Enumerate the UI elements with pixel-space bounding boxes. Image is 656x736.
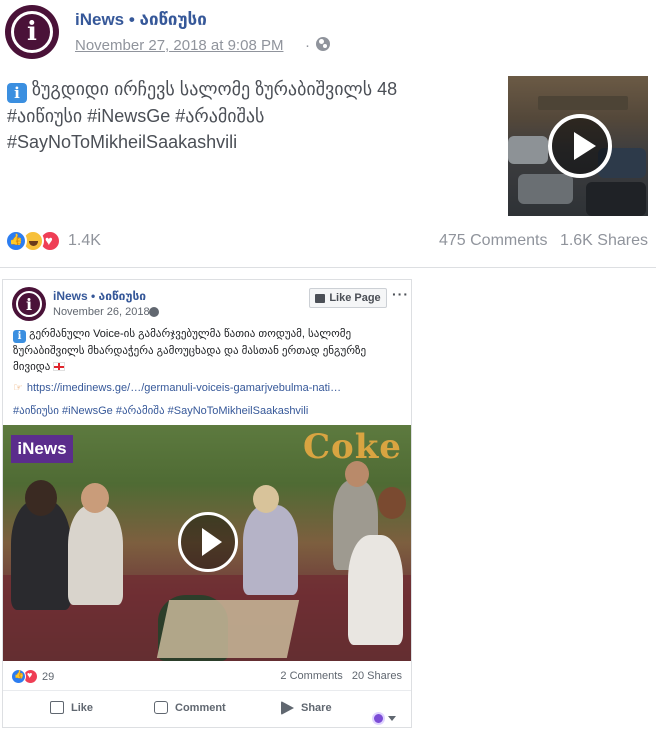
pointing-hand-icon: ☞ <box>13 382 23 394</box>
video-logo: iNews <box>11 435 73 463</box>
like-label: Like <box>71 701 94 714</box>
globe-icon <box>316 37 330 51</box>
embed-timestamp[interactable]: November 26, 2018 <box>53 306 150 318</box>
info-icon: i <box>13 330 26 343</box>
post-divider <box>0 267 656 268</box>
embed-line-1: i გერმანული Voice-ის გამარჯვებულმა წათია… <box>13 326 405 343</box>
post-body: i ზუგდიდი ირჩევს სალომე ზურაბიშვილს 48 #… <box>7 76 497 155</box>
embed-page-name-link[interactable]: iNews • აიწიუსი <box>53 289 146 303</box>
comments-count-link[interactable]: 475 Comments <box>439 232 548 249</box>
page-avatar[interactable]: i <box>5 5 59 59</box>
embed-link[interactable]: ☞ https://imedinews.ge/…/germanuli-voicei… <box>13 381 341 394</box>
play-icon[interactable] <box>178 512 238 572</box>
like-page-label: Like Page <box>329 292 381 304</box>
info-icon: i <box>7 83 27 103</box>
georgia-flag-icon <box>53 362 66 371</box>
profile-avatar-icon <box>372 712 385 725</box>
like-icon <box>50 701 64 714</box>
embed-shares-count[interactable]: 20 Shares <box>352 670 402 682</box>
more-options-icon[interactable]: ··· <box>392 286 409 302</box>
post-timestamp[interactable]: November 27, 2018 at 9:08 PM <box>75 37 283 54</box>
embed-stats: 29 2 Comments 20 Shares <box>3 661 411 691</box>
embedded-post: i iNews • აიწიუსი November 26, 2018 Like… <box>2 279 412 728</box>
like-page-button[interactable]: Like Page <box>309 288 387 308</box>
info-logo-icon: i <box>16 291 42 317</box>
like-button[interactable]: Like <box>50 701 93 714</box>
post-text-main: ზუგდიდი ირჩევს სალომე ზურაბიშვილს 48 <box>32 79 398 99</box>
reactions-count[interactable]: 1.4K <box>68 232 101 250</box>
post-hashtag-saynotomikheilsaakashvili[interactable]: #SayNoToMikheilSaakashvili <box>7 129 497 155</box>
share-icon <box>281 701 294 715</box>
top-post: i iNews • აიწიუსი November 27, 2018 at 9… <box>0 0 656 268</box>
embed-video[interactable]: iNews Coke <box>3 425 411 661</box>
post-stats: 475 Comments 1.6K Shares <box>439 232 648 250</box>
embed-body: i გერმანული Voice-ის გამარჯვებულმა წათია… <box>13 326 405 375</box>
like-reaction-icon <box>11 669 26 684</box>
shares-count-link[interactable]: 1.6K Shares <box>560 232 648 249</box>
embed-text-2: ზურაბიშვილს მხარდაჭერა გამოუცხადა და მას… <box>13 345 367 357</box>
page-name-link[interactable]: iNews • აიწიუსი <box>75 10 207 30</box>
globe-icon <box>149 307 159 317</box>
embed-text-3: მივიდა <box>13 361 51 373</box>
share-label: Share <box>301 702 332 714</box>
comment-button[interactable]: Comment <box>154 701 226 714</box>
share-button[interactable]: Share <box>281 701 332 715</box>
embed-hashtags[interactable]: #აიწიუსი #iNewsGe #არამიშა #SayNoToMikhe… <box>13 404 308 417</box>
post-line-1: i ზუგდიდი ირჩევს სალომე ზურაბიშვილს 48 <box>7 76 497 103</box>
info-logo-icon: i <box>11 11 53 53</box>
reactions-summary[interactable]: 1.4K <box>5 230 101 252</box>
thumbs-up-icon <box>315 293 326 303</box>
comment-icon <box>154 701 168 714</box>
embed-comments-count[interactable]: 2 Comments <box>280 670 342 682</box>
timestamp-separator: · <box>305 37 310 54</box>
comment-label: Comment <box>175 701 226 714</box>
chevron-down-icon <box>388 716 396 721</box>
embed-link-text[interactable]: https://imedinews.ge/…/germanuli-voiceis… <box>27 382 341 394</box>
audience-selector[interactable] <box>372 712 396 725</box>
embed-text-1: გერმანული Voice-ის გამარჯვებულმა წათია თ… <box>29 328 352 340</box>
embed-reactions-summary[interactable]: 29 <box>11 669 54 684</box>
embed-action-bar: Like Comment Share <box>3 691 411 727</box>
embed-page-avatar[interactable]: i <box>12 287 46 321</box>
like-reaction-icon <box>5 230 27 252</box>
embed-line-3: მივიდა <box>13 359 405 375</box>
embed-reactions-count[interactable]: 29 <box>42 671 54 683</box>
embed-counts: 2 Comments 20 Shares <box>280 670 402 682</box>
play-icon[interactable] <box>548 114 612 178</box>
video-thumbnail[interactable] <box>508 76 648 216</box>
post-hashtags[interactable]: #აიწიუსი #iNewsGe #არამიშას <box>7 103 497 129</box>
